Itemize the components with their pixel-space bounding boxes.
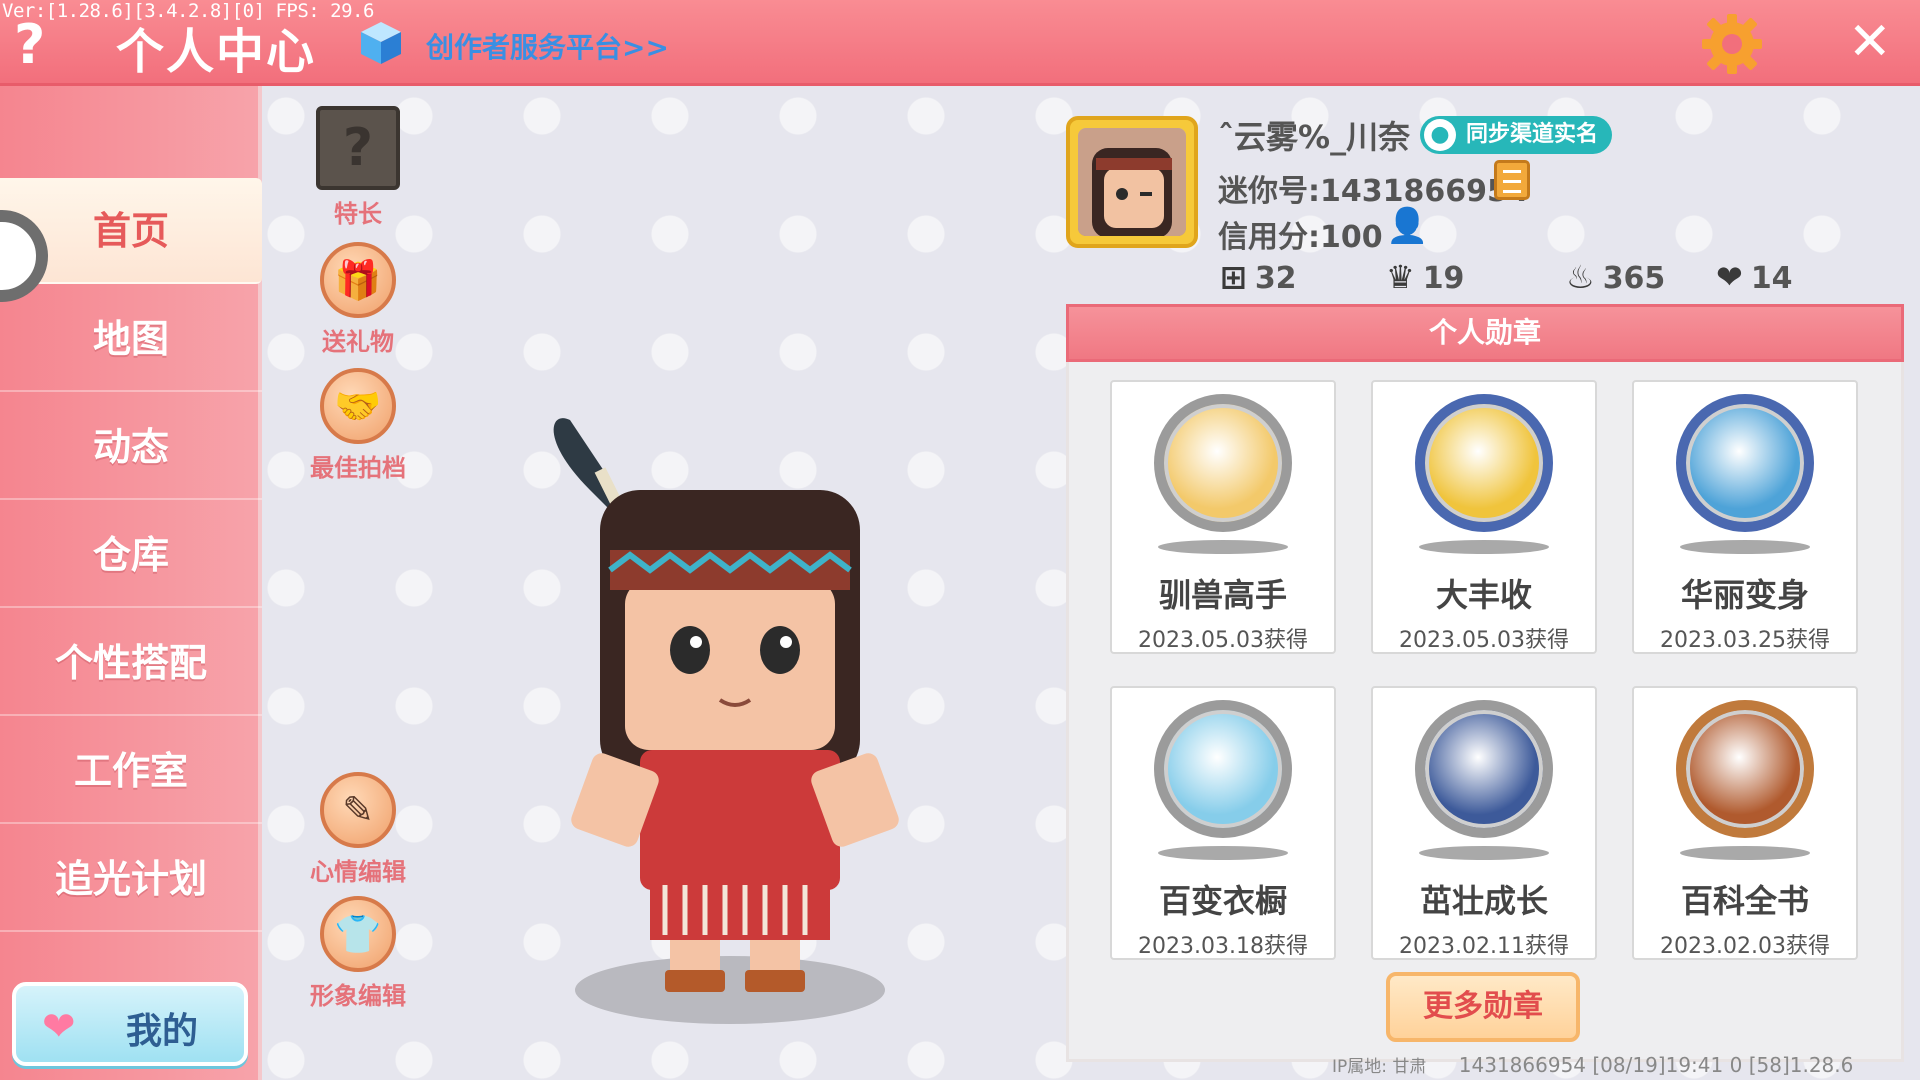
credit-user-icon[interactable]: 👤 — [1386, 206, 1428, 246]
avatar-edit-label: 形象编辑 — [310, 982, 406, 1010]
more-medals-button[interactable]: 更多勋章 — [1386, 972, 1580, 1042]
avatar-character[interactable] — [530, 410, 950, 1040]
profile-avatar[interactable] — [1066, 116, 1198, 248]
question-block-icon: ? — [316, 106, 400, 190]
gift-icon: 🎁 — [320, 242, 396, 318]
heart-icon: ❤ — [1716, 258, 1743, 296]
medal-card[interactable]: 百科全书 2023.02.03获得 — [1632, 686, 1858, 960]
medal-icon — [1676, 394, 1814, 532]
page-title: 个人中心 — [116, 24, 317, 80]
best-partner-button[interactable]: 🤝 最佳拍档 — [288, 368, 428, 483]
mood-edit-label: 心情编辑 — [310, 858, 406, 886]
stat-fire: ♨ 365 — [1566, 258, 1666, 296]
stat-plus: ⊞ 32 — [1220, 258, 1297, 296]
mini-id: 迷你号:1431866954 — [1218, 174, 1529, 209]
medal-date: 2023.02.11获得 — [1399, 934, 1569, 959]
medal-shadow — [1680, 540, 1810, 554]
creator-platform-link[interactable]: 创作者服务平台>> — [426, 26, 669, 66]
footer-info: IP属地: 甘肃 1431866954 [08/19]19:41 0 [58]1… — [1332, 1052, 1853, 1077]
medal-icon — [1154, 700, 1292, 838]
medal-name: 百变衣橱 — [1158, 882, 1287, 920]
sidebar-item-chase-light[interactable]: 追光计划 — [0, 826, 262, 932]
mine-button[interactable]: ❤ 我的 — [12, 982, 248, 1066]
medal-icon — [1154, 394, 1292, 532]
heart-icon: ❤ — [42, 1004, 76, 1050]
credit-score: 信用分:100 — [1218, 220, 1383, 255]
medal-date: 2023.03.25获得 — [1660, 628, 1830, 653]
sidebar-item-map[interactable]: 地图 — [0, 286, 262, 392]
stat-trophy: ♛ 19 — [1386, 258, 1465, 296]
edit-icon: ✎ — [320, 772, 396, 848]
sidebar-item-feed[interactable]: 动态 — [0, 394, 262, 500]
outfit-icon: 👕 — [320, 896, 396, 972]
handshake-icon: 🤝 — [320, 368, 396, 444]
medal-name: 茁壮成长 — [1419, 882, 1548, 920]
copy-icon[interactable] — [1494, 160, 1530, 200]
medal-card[interactable]: 大丰收 2023.05.03获得 — [1371, 380, 1597, 654]
medal-date: 2023.03.18获得 — [1138, 934, 1308, 959]
medal-shadow — [1419, 540, 1549, 554]
medal-name: 驯兽高手 — [1158, 576, 1287, 614]
medal-icon — [1415, 394, 1553, 532]
mine-label: 我的 — [126, 1011, 199, 1052]
medal-card[interactable]: 茁壮成长 2023.02.11获得 — [1371, 686, 1597, 960]
medal-name: 大丰收 — [1435, 576, 1532, 614]
gear-icon[interactable] — [1700, 12, 1764, 76]
verify-label: 同步渠道实名 — [1466, 122, 1599, 147]
medal-shadow — [1158, 846, 1288, 860]
medal-date: 2023.05.03获得 — [1399, 628, 1569, 653]
best-partner-label: 最佳拍档 — [310, 454, 406, 482]
mood-edit-button[interactable]: ✎ 心情编辑 — [288, 772, 428, 887]
medal-date: 2023.05.03获得 — [1138, 628, 1308, 653]
gift-label: 送礼物 — [322, 328, 394, 356]
medal-icon — [1676, 700, 1814, 838]
help-icon[interactable]: ? — [14, 18, 45, 72]
username: ˆ云雾%_川奈 — [1218, 118, 1411, 156]
stat-heart: ❤ 14 — [1716, 258, 1793, 296]
plus-box-icon: ⊞ — [1220, 258, 1247, 296]
close-icon[interactable]: ✕ — [1848, 16, 1892, 68]
medal-card[interactable]: 百变衣橱 2023.03.18获得 — [1110, 686, 1336, 960]
specialty-button[interactable]: ? 特长 — [288, 106, 428, 229]
medal-shadow — [1680, 846, 1810, 860]
user-verify-icon: ● — [1424, 119, 1456, 151]
medal-icon — [1415, 700, 1553, 838]
medal-name: 华丽变身 — [1680, 576, 1809, 614]
medal-shadow — [1419, 846, 1549, 860]
medal-card[interactable]: 华丽变身 2023.03.25获得 — [1632, 380, 1858, 654]
medal-date: 2023.02.03获得 — [1660, 934, 1830, 959]
verify-badge-button[interactable]: ● 同步渠道实名 — [1420, 116, 1613, 154]
fire-icon: ♨ — [1566, 258, 1595, 296]
medal-shadow — [1158, 540, 1288, 554]
top-header: ? Ver:[1.28.6][3.4.2.8][0] FPS: 29.6 个人中… — [0, 0, 1920, 86]
ip-location: IP属地: 甘肃 — [1332, 1057, 1427, 1077]
specialty-label: 特长 — [334, 200, 382, 228]
sidebar-item-outfit[interactable]: 个性搭配 — [0, 610, 262, 716]
cube-icon[interactable] — [358, 20, 404, 66]
sidebar-item-studio[interactable]: 工作室 — [0, 718, 262, 824]
gift-button[interactable]: 🎁 送礼物 — [288, 242, 428, 357]
sidebar-item-warehouse[interactable]: 仓库 — [0, 502, 262, 608]
medal-name: 百科全书 — [1680, 882, 1809, 920]
footer-id-time: 1431866954 [08/19]19:41 0 [58]1.28.6 — [1458, 1053, 1854, 1077]
avatar-edit-button[interactable]: 👕 形象编辑 — [288, 896, 428, 1011]
medal-card[interactable]: 驯兽高手 2023.05.03获得 — [1110, 380, 1336, 654]
avatar-image — [1078, 128, 1186, 236]
trophy-icon: ♛ — [1386, 258, 1415, 296]
medal-panel-title: 个人勋章 — [1066, 304, 1904, 362]
